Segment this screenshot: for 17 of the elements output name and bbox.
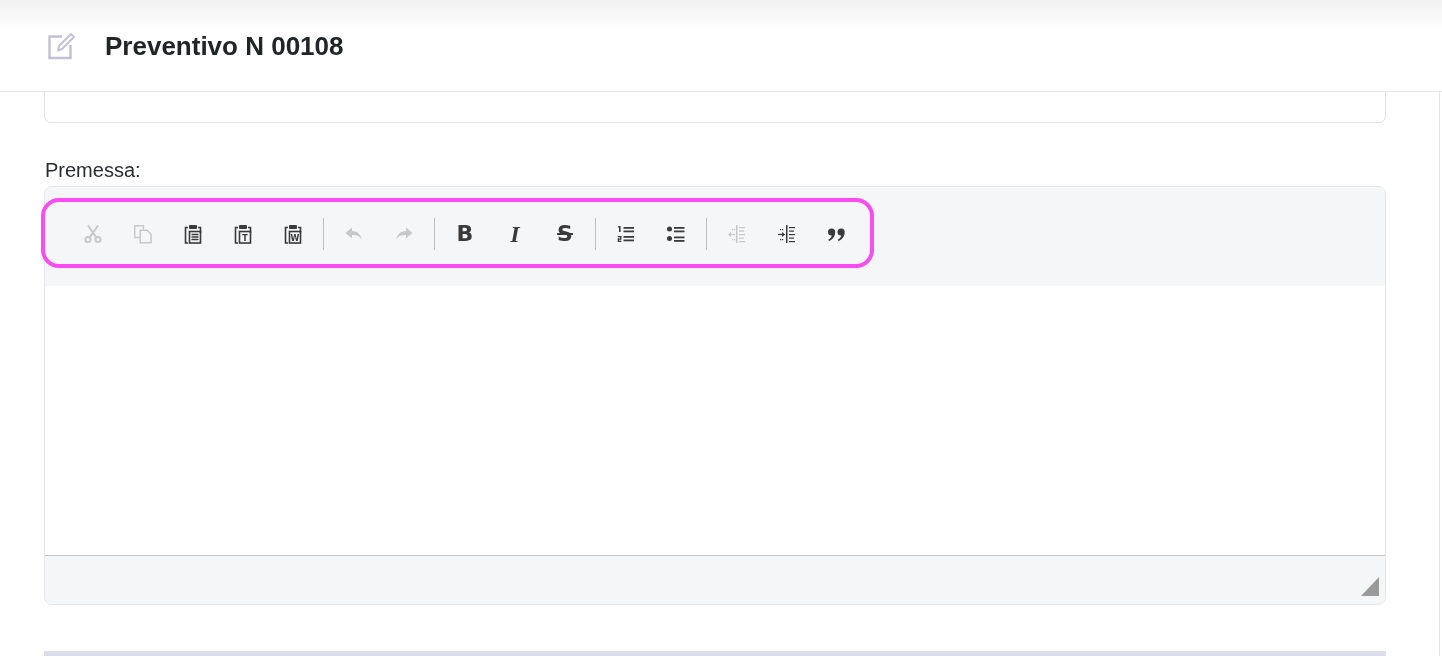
scissors-icon: [83, 224, 103, 244]
paste-word-button[interactable]: W: [273, 218, 313, 250]
indent-icon: [777, 224, 797, 244]
numbered-list-icon: [616, 224, 636, 244]
italic-button[interactable]: I: [495, 218, 535, 250]
field-label: Premessa:: [44, 158, 142, 183]
bold-button[interactable]: B: [445, 218, 485, 250]
documents-icon: [133, 224, 153, 244]
page-title: Preventivo N 00108: [105, 29, 344, 62]
edit-icon: [47, 31, 75, 60]
paste-text-button[interactable]: T: [223, 218, 263, 250]
bullet-list-icon: [666, 224, 686, 244]
clipboard-icon: [183, 224, 203, 244]
strikethrough-button[interactable]: S: [545, 218, 585, 250]
outdent-icon: [727, 224, 747, 244]
resize-grip-icon[interactable]: [1361, 577, 1379, 596]
input-field[interactable]: [44, 92, 1386, 123]
